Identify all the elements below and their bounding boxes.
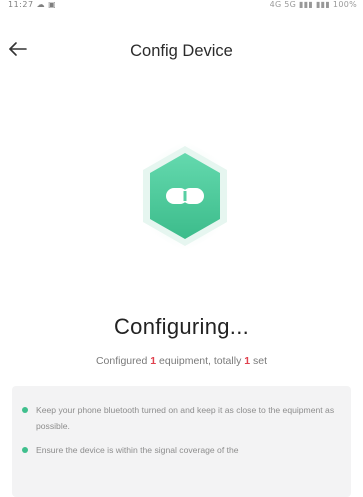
link-hexagon-icon	[138, 140, 232, 252]
tip-item: Keep your phone bluetooth turned on and …	[22, 402, 340, 434]
nav-bar: Config Device	[0, 32, 363, 72]
bullet-dot-icon	[22, 407, 28, 413]
configuring-progress: Configured 1 equipment, totally 1 set	[0, 355, 363, 367]
configuring-title: Configuring...	[113, 314, 250, 339]
status-indicators: 4G 5G ▮▮▮ ▮▮▮ 100%	[269, 0, 357, 9]
page-title: Config Device	[130, 42, 233, 60]
device-config-graphic	[135, 138, 235, 254]
link-symbol	[166, 188, 204, 204]
total-count: 1	[244, 355, 251, 367]
tip-item: Ensure the device is within the signal c…	[22, 442, 340, 458]
status-bar: 11:27 ☁ ▣ 4G 5G ▮▮▮ ▮▮▮ 100%	[0, 0, 363, 12]
tip-text: Ensure the device is within the signal c…	[36, 445, 239, 455]
configured-count: 1	[150, 355, 157, 367]
progress-suffix: set	[253, 355, 268, 367]
tip-text: Keep your phone bluetooth turned on and …	[36, 405, 335, 431]
progress-middle: equipment, totally	[159, 355, 242, 367]
progress-prefix: Configured	[95, 355, 148, 367]
status-time: 11:27 ☁ ▣	[8, 0, 57, 9]
bullet-dot-icon	[22, 447, 28, 453]
tips-panel: Keep your phone bluetooth turned on and …	[12, 386, 351, 497]
